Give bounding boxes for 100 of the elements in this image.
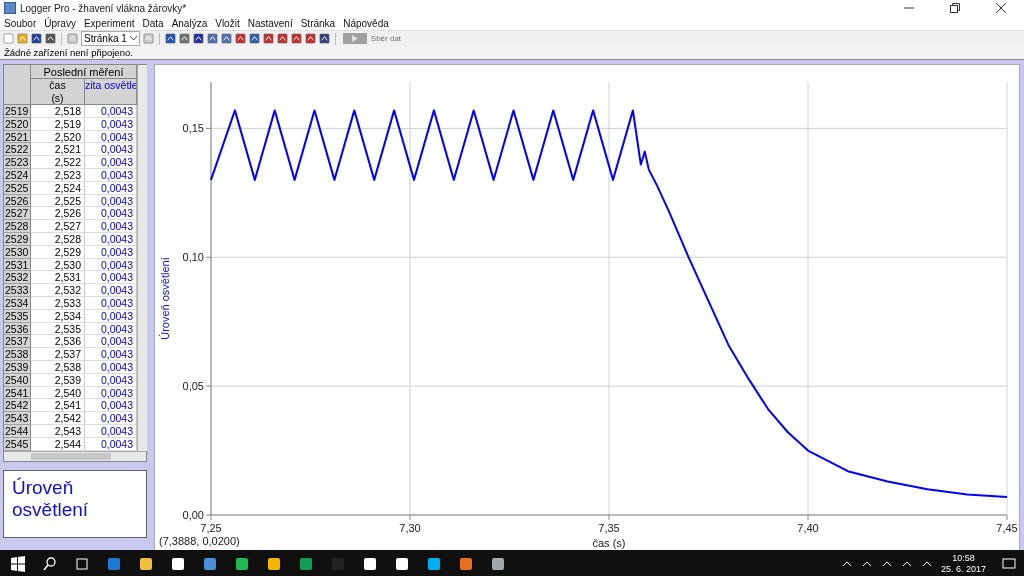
table-cell: 2,520 — [31, 130, 85, 144]
row-number: 2527 — [4, 207, 31, 221]
table-cell: 0,0043 — [85, 360, 137, 374]
table-cell: 0,0043 — [85, 232, 137, 246]
table-cell: 0,0043 — [85, 437, 137, 451]
table-cell: 2,533 — [31, 296, 85, 310]
close-icon[interactable] — [996, 3, 1006, 13]
table-cell: 0,0043 — [85, 296, 137, 310]
clock-date[interactable]: 25. 6. 2017 — [940, 564, 986, 575]
table-cell: 0,0043 — [85, 335, 137, 349]
table-cell: 0,0043 — [85, 105, 137, 118]
y-tick-label: 0,15 — [182, 122, 204, 135]
table-cell: 2,526 — [31, 207, 85, 221]
table-cell: 2,525 — [31, 194, 85, 208]
table-cell: 2,543 — [31, 424, 85, 438]
table-cell: 2,518 — [31, 105, 85, 118]
table-cell: 0,0043 — [85, 207, 137, 221]
table-cell: 2,537 — [31, 348, 85, 361]
cursor-coordinates: (7,3888, 0,0200) — [159, 535, 240, 547]
y-tick-label: 0,10 — [182, 251, 204, 264]
menu-item[interactable]: Úpravy — [44, 17, 76, 29]
table-cell: 2,535 — [31, 322, 85, 336]
table-cell: 0,0043 — [85, 322, 137, 336]
table-cell: 0,0043 — [85, 412, 137, 425]
table-cell: 2,524 — [31, 181, 85, 195]
table-cell: 2,538 — [31, 360, 85, 374]
table-cell: 2,529 — [31, 245, 85, 259]
menu-item[interactable]: Nápověda — [343, 17, 389, 29]
table-cell: 2,544 — [31, 437, 85, 451]
table-cell: 2,540 — [31, 386, 85, 400]
restore-icon[interactable] — [950, 3, 960, 13]
vertical-scrollbar[interactable] — [137, 65, 147, 451]
row-number: 2522 — [4, 143, 31, 157]
table-cell: 0,0043 — [85, 130, 137, 144]
menu-item[interactable]: Stránka — [300, 17, 336, 29]
menu-item[interactable]: Experiment — [83, 17, 135, 29]
column-group-header: Poslední měření — [31, 65, 137, 79]
notification-icon[interactable] — [1002, 557, 1016, 571]
row-number: 2523 — [4, 156, 31, 169]
table-cell: 0,0043 — [85, 143, 137, 157]
horizontal-scrollbar[interactable] — [4, 450, 146, 461]
row-number: 2519 — [4, 105, 31, 118]
table-cell: 0,0043 — [85, 117, 137, 131]
status-message: Žádné zařízení není připojeno. — [0, 46, 1024, 60]
table-cell: 0,0043 — [85, 194, 137, 208]
y-axis-title: Úroveň osvětlení — [159, 257, 171, 340]
table-cell: 2,522 — [31, 156, 85, 169]
y-tick-label: 0,00 — [182, 509, 204, 521]
row-number: 2532 — [4, 271, 31, 285]
window-title: Logger Pro - žhavení vlákna žárovky* — [20, 2, 187, 14]
caret-icon — [129, 36, 137, 41]
table-cell: 0,0043 — [85, 386, 137, 400]
table-cell: 2,523 — [31, 169, 85, 182]
play-icon — [351, 35, 358, 42]
table-cell: 0,0043 — [85, 348, 137, 361]
x-tick-label: 7,40 — [797, 522, 819, 534]
table-cell: 0,0043 — [85, 271, 137, 285]
menu-item[interactable]: Analýza — [171, 17, 208, 29]
menu-item[interactable]: Data — [142, 17, 164, 29]
table-cell: 2,527 — [31, 220, 85, 233]
x-tick-label: 7,30 — [399, 522, 421, 534]
table-cell: 0,0043 — [85, 309, 137, 323]
table-cell: 0,0043 — [85, 424, 137, 438]
table-cell: 0,0043 — [85, 181, 137, 195]
table-cell: 0,0043 — [85, 258, 137, 272]
table-cell: 2,539 — [31, 373, 85, 387]
x-tick-label: 7,45 — [996, 522, 1018, 534]
clock-time[interactable]: 10:58 — [940, 553, 986, 564]
menu-item[interactable]: Vložit — [215, 17, 240, 29]
row-number: 2533 — [4, 284, 31, 297]
table-cell: 0,0043 — [85, 220, 137, 233]
x-axis-title: čas (s) — [592, 537, 626, 549]
row-number: 2543 — [4, 412, 31, 425]
menu-item[interactable]: Soubor — [4, 17, 37, 29]
table-cell: 2,534 — [31, 309, 85, 323]
row-number: 2537 — [4, 335, 31, 349]
menu-item[interactable]: Nastavení — [247, 17, 293, 29]
x-tick-label: 7,35 — [598, 522, 620, 534]
table-cell: 0,0043 — [85, 399, 137, 413]
table-cell: 0,0043 — [85, 245, 137, 259]
table-cell: 0,0043 — [85, 284, 137, 297]
table-cell: 2,521 — [31, 143, 85, 157]
table-cell: 2,530 — [31, 258, 85, 272]
table-cell: 2,541 — [31, 399, 85, 413]
row-number: 2538 — [4, 348, 31, 361]
table-cell: 2,531 — [31, 271, 85, 285]
table-cell: 0,0043 — [85, 373, 137, 387]
legend-box: Úroveň osvětlení — [3, 469, 147, 538]
table-cell: 2,519 — [31, 117, 85, 131]
page-dropdown[interactable]: Stránka 1 — [81, 31, 140, 46]
row-number: 2542 — [4, 399, 31, 413]
scrollbar-thumb[interactable] — [31, 452, 111, 460]
table-cell: 2,536 — [31, 335, 85, 349]
table-cell: 2,532 — [31, 284, 85, 297]
x-tick-label: 7,25 — [200, 522, 222, 534]
table-cell: 2,528 — [31, 232, 85, 246]
table-cell: 0,0043 — [85, 169, 137, 182]
row-number: 2528 — [4, 220, 31, 233]
y-tick-label: 0,05 — [182, 380, 204, 393]
table-cell: 2,542 — [31, 412, 85, 425]
